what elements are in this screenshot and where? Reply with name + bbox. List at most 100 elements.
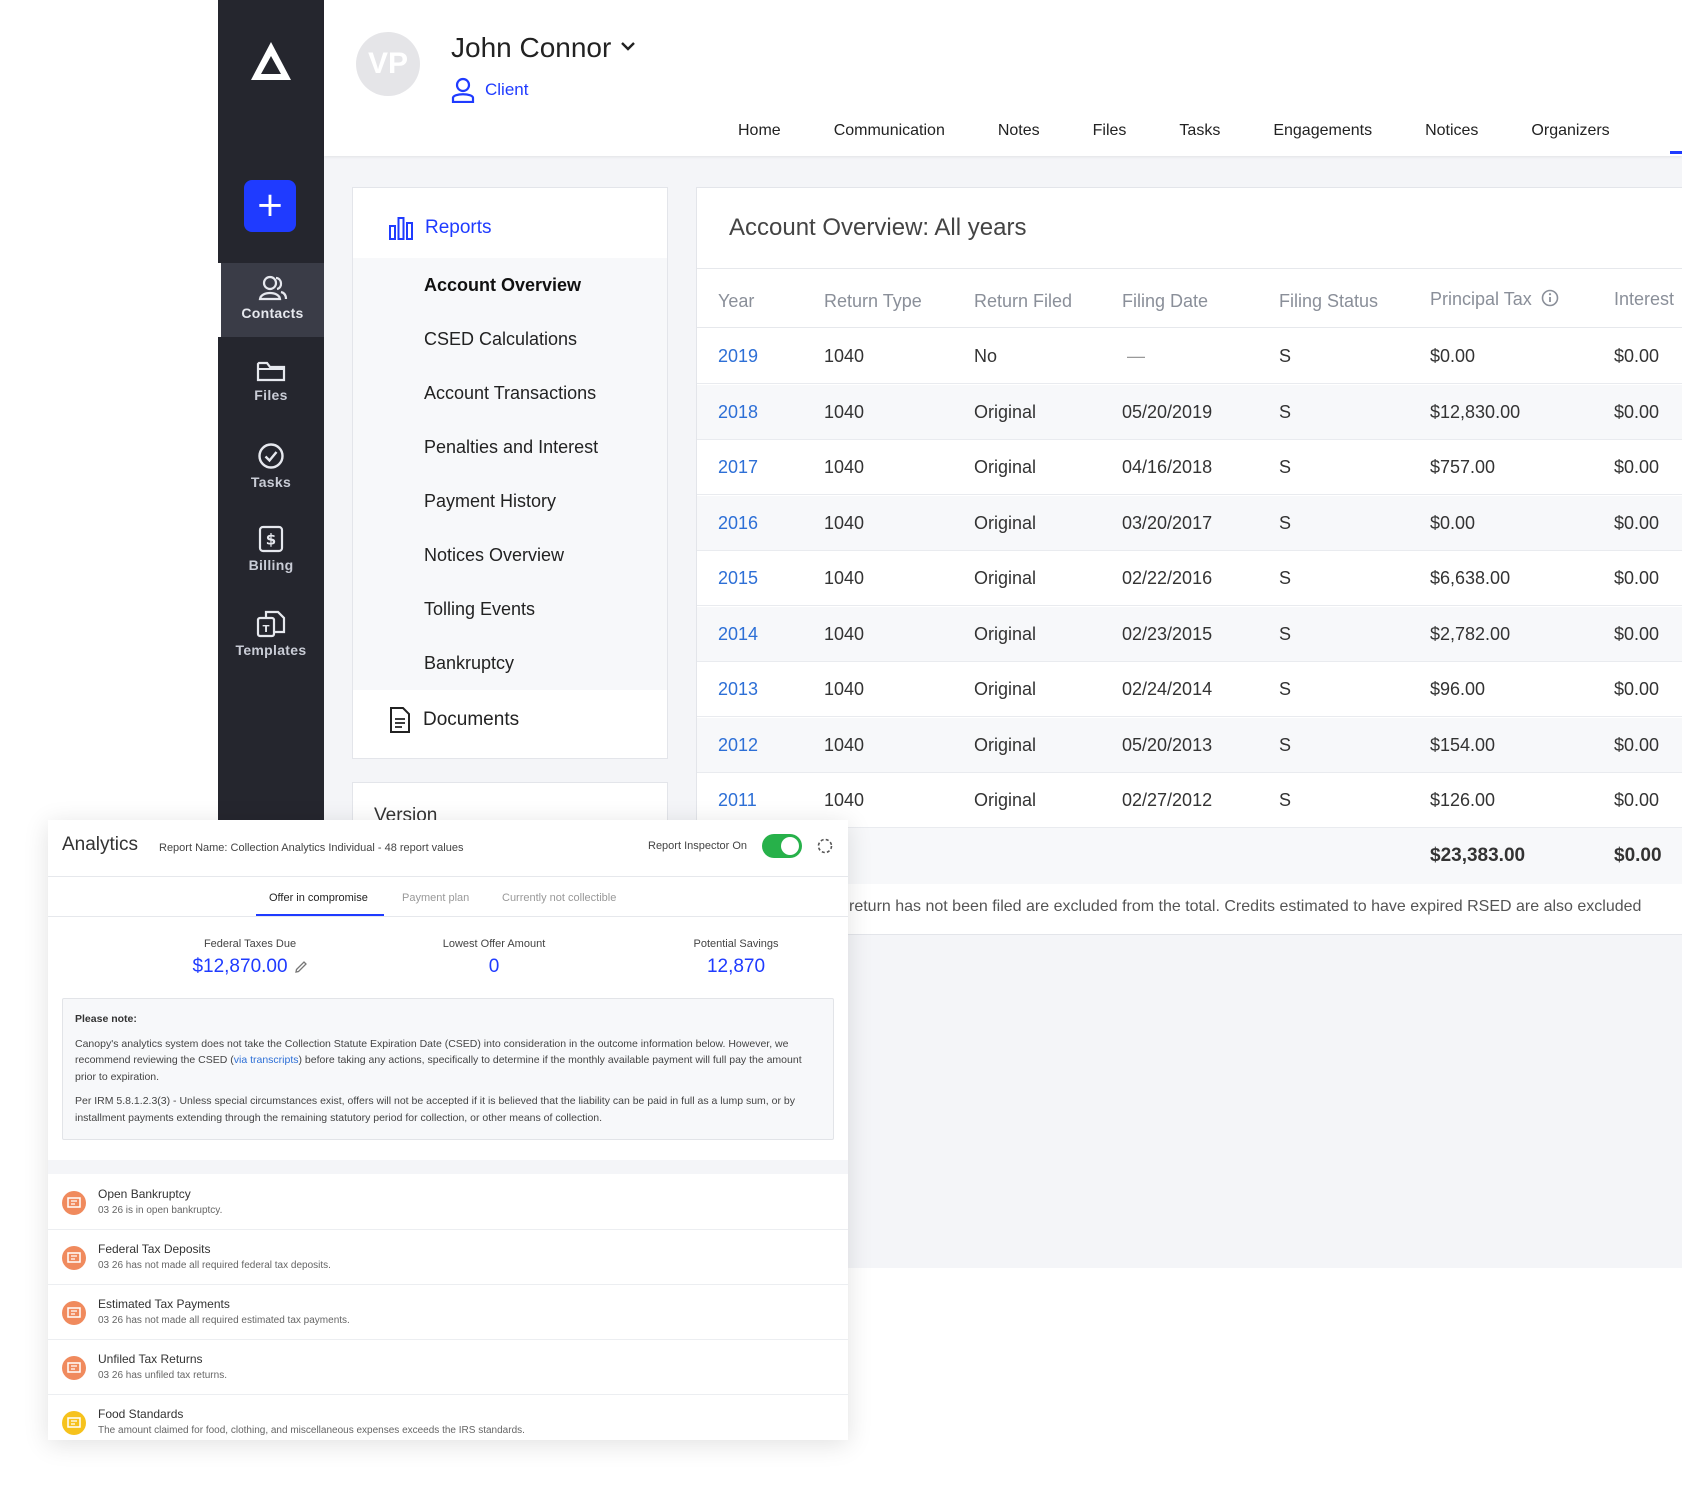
table-row[interactable]: 2019 1040 No — S $0.00 $0.00 [697, 329, 1682, 384]
user-icon [451, 77, 475, 103]
metric-value: 0 [488, 956, 500, 977]
metric-potential-savings: Potential Savings 12,870 [626, 938, 846, 978]
cell-interest: $0.00 [1614, 679, 1660, 699]
cell-year[interactable]: 2017 [718, 457, 758, 478]
metric-value: $12,870.00 [140, 956, 360, 978]
report-item-notices-overview[interactable]: Notices Overview [424, 545, 564, 566]
cell-filing-date: 02/27/2012 [1122, 790, 1213, 810]
bar-chart-icon [389, 217, 413, 240]
metric-label: Lowest Offer Amount [442, 938, 546, 950]
column-header-filing-status[interactable]: Filing Status [1279, 291, 1378, 312]
column-header-filing-date[interactable]: Filing Date [1122, 291, 1208, 312]
cell-principal-tax: $2,782.00 [1430, 623, 1511, 644]
info-icon[interactable] [1541, 289, 1559, 307]
report-inspector-toggle[interactable] [762, 834, 802, 858]
tab-tasks[interactable]: Tasks [1179, 122, 1220, 140]
table-row[interactable]: 2013 1040 Original 02/24/2014 S $96.00 $0.00 [697, 662, 1682, 717]
cell-principal-tax: $0.00 [1430, 346, 1476, 366]
tab-notes[interactable]: Notes [998, 122, 1040, 140]
cell-interest: $0.00 [1614, 512, 1660, 533]
column-header-year[interactable]: Year [718, 291, 754, 312]
avatar[interactable]: VP [356, 32, 420, 96]
cell-year[interactable]: 2015 [718, 568, 758, 589]
column-header-principal-tax[interactable]: Principal Tax [1430, 289, 1559, 310]
please-note-box: Please note: Canopy's analytics system d… [62, 998, 834, 1140]
canopy-logo-icon[interactable] [249, 40, 293, 82]
tab-offer-in-compromise[interactable]: Offer in compromise [269, 892, 368, 904]
flag-item[interactable]: Estimated Tax Payments 03 26 has not made… [48, 1285, 848, 1340]
cell-filing-date: 02/23/2015 [1122, 623, 1213, 644]
reports-heading[interactable]: Reports [389, 216, 492, 240]
cell-return-filed: Original [974, 512, 1037, 533]
flag-item[interactable]: Unfiled Tax Returns 03 26 has unfiled tax… [48, 1340, 848, 1395]
cell-year[interactable]: 2016 [718, 513, 758, 534]
column-header-return-type[interactable]: Return Type [824, 291, 922, 312]
pencil-icon[interactable] [294, 960, 308, 974]
cell-year[interactable]: 2012 [718, 735, 758, 756]
sidebar-item-label: Files [254, 387, 288, 403]
tab-currently-not-collectible[interactable]: Currently not collectible [502, 892, 616, 904]
cell-filing-date: 02/22/2016 [1122, 568, 1213, 588]
cell-principal-tax: $126.00 [1430, 790, 1496, 810]
metric-federal-taxes-due: Federal Taxes Due $12,870.00 [140, 938, 360, 978]
cell-year[interactable]: 2014 [718, 624, 758, 645]
table-row[interactable]: 2012 1040 Original 05/20/2013 S $154.00 $0.00 [697, 717, 1682, 773]
via-transcripts-link[interactable]: via transcripts [234, 1054, 299, 1066]
sidebar-item-files[interactable]: Files [218, 347, 324, 421]
tab-home[interactable]: Home [738, 122, 781, 140]
sidebar-item-contacts[interactable]: Contacts [218, 263, 324, 337]
flag-item[interactable]: Federal Tax Deposits 03 26 has not made a… [48, 1230, 848, 1285]
table-row[interactable]: 2014 1040 Original 02/23/2015 S $2,782.00 $0.0… [697, 606, 1682, 662]
cell-year[interactable]: 2018 [718, 402, 758, 423]
table-row[interactable]: 2018 1040 Original 05/20/2019 S $12,830.00 $0.… [697, 384, 1682, 440]
cell-return-type: 1040 [824, 457, 865, 477]
cell-year[interactable]: 2011 [718, 790, 757, 811]
client-name[interactable]: John Connor [451, 32, 611, 64]
cell-year[interactable]: 2013 [718, 679, 758, 700]
tab-organizers[interactable]: Organizers [1531, 122, 1609, 140]
principal-tax-label: Principal Tax [1430, 289, 1532, 309]
report-name: Report Name: Collection Analytics Indivi… [159, 842, 464, 854]
cell-filing-status: S [1279, 679, 1292, 699]
flag-item[interactable]: Open Bankruptcy 03 26 is in open bankrupt… [48, 1175, 848, 1230]
total-principal-tax: $23,383.00 [1430, 845, 1526, 866]
analytics-tabs: Offer in compromise Payment plan Current… [48, 892, 848, 924]
table-row[interactable]: 2017 1040 Original 04/16/2018 S $757.00 $0.00 [697, 440, 1682, 495]
tab-files[interactable]: Files [1093, 122, 1127, 140]
documents-heading[interactable]: Documents [389, 706, 519, 734]
table-row[interactable]: 2015 1040 Original 02/22/2016 S $6,638.00 $0.0… [697, 551, 1682, 606]
chevron-down-icon[interactable] [620, 40, 636, 52]
flag-item[interactable]: Food Standards The amount claimed for foo… [48, 1395, 848, 1440]
sidebar-item-billing[interactable]: $ Billing [218, 513, 324, 587]
sidebar-item-templates[interactable]: T Templates [218, 596, 324, 670]
table-row[interactable]: 2016 1040 Original 03/20/2017 S $0.00 $0.00 [697, 495, 1682, 551]
report-item-bankruptcy[interactable]: Bankruptcy [424, 653, 514, 674]
cell-filing-status: S [1279, 401, 1292, 422]
tab-payment-plan[interactable]: Payment plan [402, 892, 469, 904]
cell-interest: $0.00 [1614, 568, 1660, 588]
column-header-return-filed[interactable]: Return Filed [974, 291, 1072, 312]
note-title: Please note: [75, 1013, 137, 1025]
cell-return-type: 1040 [824, 346, 865, 366]
column-header-interest[interactable]: Interest [1614, 289, 1674, 310]
cell-filing-status: S [1279, 790, 1292, 810]
sidebar-item-tasks[interactable]: Tasks [218, 430, 324, 504]
flag-icon [62, 1246, 86, 1270]
cell-return-filed: Original [974, 623, 1037, 644]
cell-year[interactable]: 2019 [718, 346, 758, 367]
report-item-csed-calculations[interactable]: CSED Calculations [424, 329, 577, 350]
add-button[interactable]: + [244, 180, 296, 232]
report-item-account-transactions[interactable]: Account Transactions [424, 383, 596, 404]
tab-communication[interactable]: Communication [834, 122, 945, 140]
report-item-payment-history[interactable]: Payment History [424, 491, 556, 512]
cell-interest: $0.00 [1614, 734, 1660, 755]
cell-return-type: 1040 [824, 679, 865, 699]
cell-return-type: 1040 [824, 734, 865, 755]
report-item-tolling-events[interactable]: Tolling Events [424, 599, 535, 620]
cell-filing-status: S [1279, 568, 1292, 588]
tab-notices[interactable]: Notices [1425, 122, 1478, 140]
tab-engagements[interactable]: Engagements [1273, 122, 1372, 140]
report-item-penalties-interest[interactable]: Penalties and Interest [424, 437, 598, 458]
report-item-account-overview[interactable]: Account Overview [424, 275, 581, 296]
loading-spinner-icon[interactable] [816, 837, 834, 855]
